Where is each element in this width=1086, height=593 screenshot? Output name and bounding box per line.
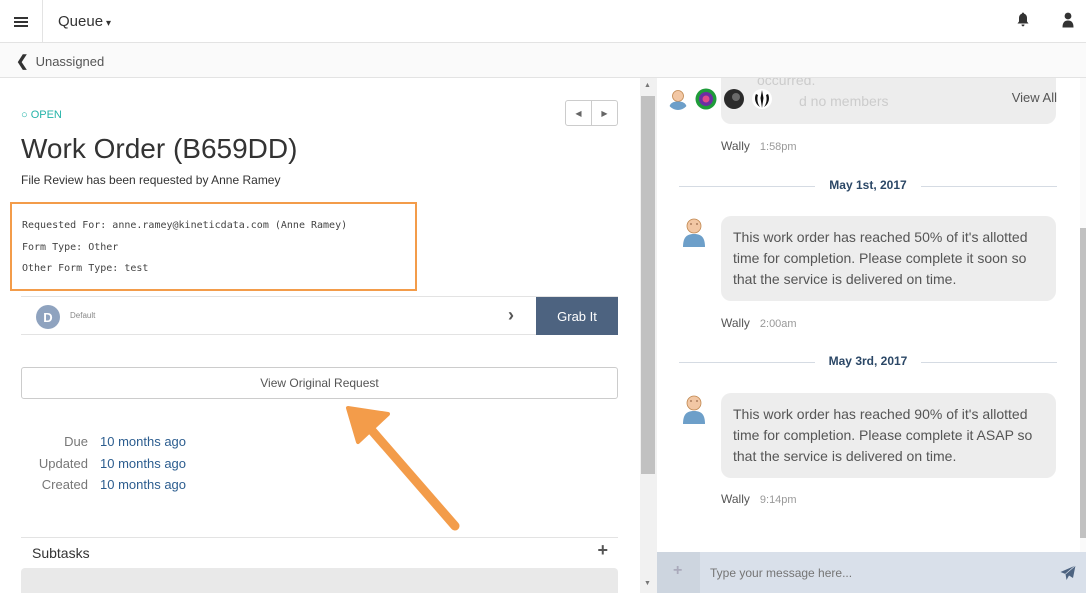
field-other-form-type: Other Form Type: test: [22, 263, 149, 274]
message-time: 2:00am: [759, 318, 797, 330]
message-sender: Wally 9:14pm: [721, 492, 797, 506]
date-value: 10 months ago: [100, 434, 187, 449]
queue-label: Queue: [58, 13, 104, 30]
assignee-label: Default: [70, 311, 96, 320]
back-link[interactable]: ❮ Unassigned: [16, 52, 104, 70]
subtasks-title: Subtasks: [32, 545, 90, 561]
chevron-right-icon[interactable]: ›: [508, 305, 514, 326]
scrollbar-thumb[interactable]: [1080, 228, 1086, 538]
view-all-link[interactable]: View All: [1012, 90, 1057, 105]
bell-icon[interactable]: [1017, 12, 1029, 27]
date-label: Created: [41, 477, 88, 492]
caret-down-icon: ▾: [106, 18, 112, 29]
hamburger-icon[interactable]: [0, 0, 43, 43]
message-bubble: This work order has reached 90% of it's …: [721, 393, 1056, 478]
field-requested-for: Requested For: anne.ramey@kineticdata.co…: [22, 220, 348, 231]
request-fields-box: Requested For: anne.ramey@kineticdata.co…: [10, 202, 417, 291]
date-value: 10 months ago: [100, 455, 187, 471]
date-label: Updated: [38, 455, 88, 471]
left-scrollbar[interactable]: ▲ ▼: [640, 78, 657, 593]
dates-list: Due 10 months ago Updated 10 months ago …: [30, 431, 186, 496]
scroll-up-icon[interactable]: ▲: [644, 82, 651, 89]
member-avatar[interactable]: [695, 88, 717, 110]
sender-name: Wally: [721, 316, 750, 330]
status-text: OPEN: [30, 109, 62, 121]
paper-plane-icon[interactable]: [1060, 565, 1076, 581]
add-attachment-icon[interactable]: +: [673, 562, 682, 580]
annotation-arrow-icon: [346, 406, 460, 531]
date-divider: May 3rd, 2017: [679, 354, 1057, 370]
subtasks-list: [21, 568, 618, 593]
status-badge: ○ OPEN: [21, 109, 62, 121]
caret-right-icon: ▶: [601, 108, 608, 118]
scroll-down-icon[interactable]: ▼: [644, 580, 651, 587]
date-row: Created 10 months ago: [30, 474, 186, 496]
view-original-request-button[interactable]: View Original Request: [21, 367, 618, 399]
chevron-left-icon: ❮: [16, 53, 29, 70]
queue-dropdown[interactable]: Queue ▾: [58, 13, 111, 30]
date-row: Updated 10 months ago: [30, 453, 186, 475]
message-sender: Wally 1:58pm: [721, 139, 797, 153]
wally-avatar-icon: [683, 218, 705, 247]
avatar: D: [36, 305, 60, 329]
wally-avatar-icon: [683, 395, 705, 424]
pager: ◀ ▶: [565, 100, 618, 126]
message-time: 9:14pm: [759, 494, 797, 506]
members-bar: View All: [667, 80, 1077, 118]
date-row: Due 10 months ago: [30, 431, 186, 453]
field-form-type: Form Type: Other: [22, 241, 119, 253]
discussion-panel: occurred. d no members View All Wally 1:5…: [657, 78, 1086, 552]
caret-left-icon: ◀: [575, 108, 582, 118]
user-icon[interactable]: [1062, 12, 1074, 28]
message-composer: +: [657, 552, 1086, 593]
date-divider-label: May 3rd, 2017: [818, 354, 918, 368]
member-avatar[interactable]: [667, 88, 689, 110]
date-value: 10 months ago: [100, 477, 187, 492]
message-sender: Wally 2:00am: [721, 316, 797, 330]
member-avatar[interactable]: [723, 88, 745, 110]
member-avatar[interactable]: [751, 88, 773, 110]
assignment-row[interactable]: D Default › Grab It: [21, 296, 618, 335]
sender-name: Wally: [721, 492, 750, 506]
top-navbar: Queue ▾: [0, 0, 1086, 43]
page-title: Work Order (B659DD): [21, 133, 298, 164]
breadcrumb: ❮ Unassigned: [0, 43, 1086, 78]
scrollbar-thumb[interactable]: [641, 96, 655, 474]
message-time: 1:58pm: [759, 141, 797, 153]
page-subtitle: File Review has been requested by Anne R…: [21, 173, 281, 187]
sender-name: Wally: [721, 139, 750, 153]
task-details-panel: ○ OPEN ◀ ▶ Work Order (B659DD) File Revi…: [0, 78, 640, 593]
next-button[interactable]: ▶: [592, 101, 617, 125]
right-scrollbar[interactable]: [1080, 78, 1086, 552]
add-subtask-icon[interactable]: +: [597, 540, 608, 561]
grab-it-button[interactable]: Grab It: [536, 297, 618, 335]
date-divider: May 1st, 2017: [679, 178, 1057, 194]
date-divider-label: May 1st, 2017: [819, 178, 917, 192]
prev-button[interactable]: ◀: [566, 101, 592, 125]
date-label: Due: [64, 434, 88, 449]
message-input[interactable]: [700, 552, 1086, 593]
breadcrumb-label: Unassigned: [35, 53, 105, 69]
subtasks-header: Subtasks +: [21, 537, 618, 567]
message-bubble: This work order has reached 50% of it's …: [721, 216, 1056, 301]
